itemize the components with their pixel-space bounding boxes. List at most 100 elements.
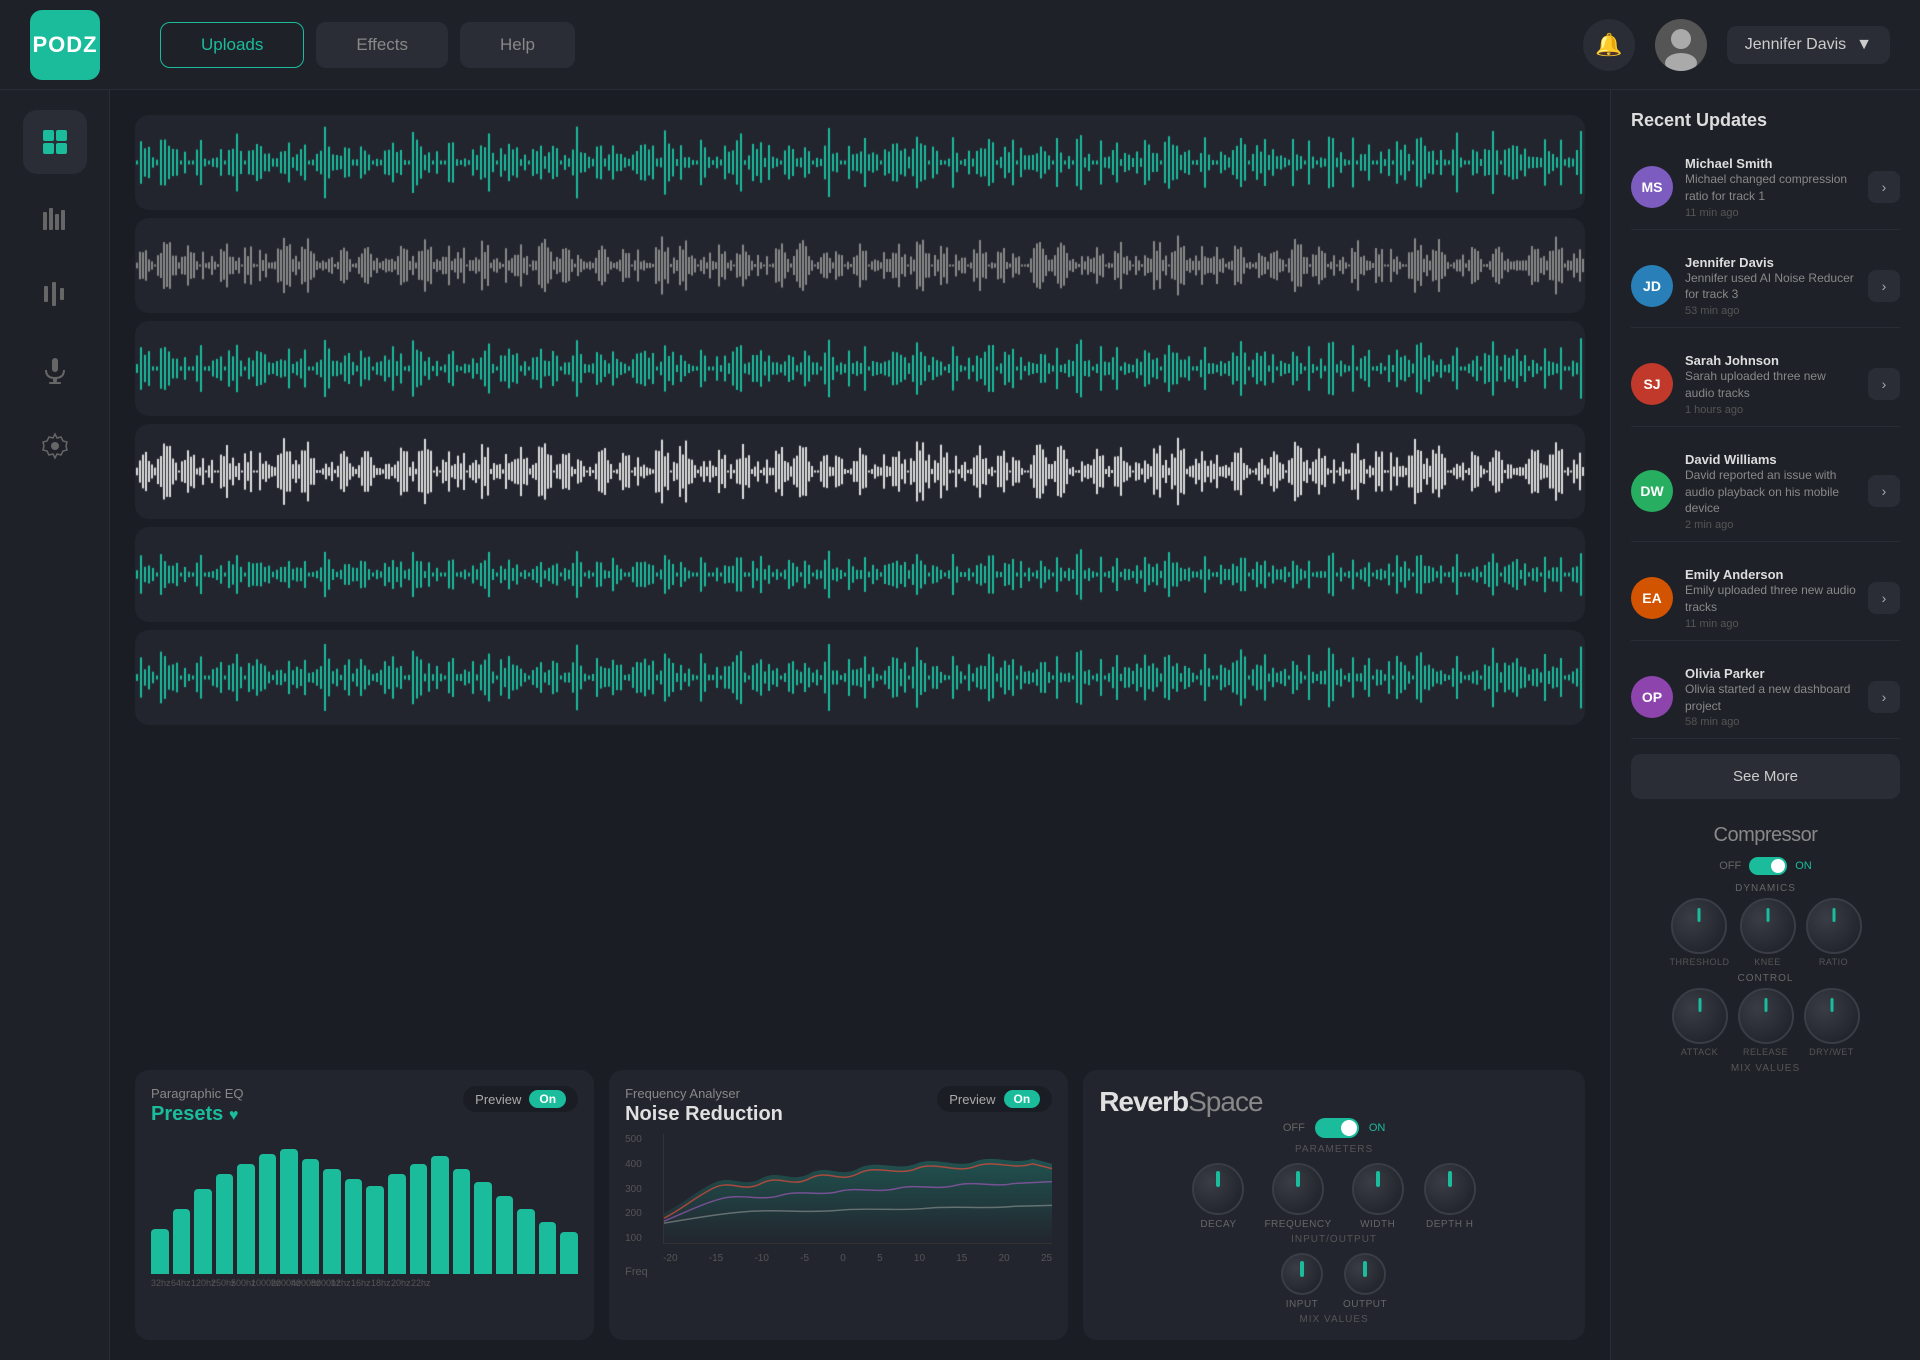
frequency-knob[interactable] (1272, 1163, 1324, 1215)
update-desc-5: Emily uploaded three new audio tracks (1685, 582, 1856, 616)
update-item-3[interactable]: SJ Sarah Johnson Sarah uploaded three ne… (1631, 343, 1900, 427)
tab-help[interactable]: Help (460, 22, 575, 68)
eq-bar-15[interactable] (474, 1182, 492, 1274)
decay-knob[interactable] (1192, 1163, 1244, 1215)
nav-tabs: Uploads Effects Help (160, 22, 1563, 68)
eq-bar-16[interactable] (496, 1196, 514, 1274)
eq-bar-7[interactable] (302, 1159, 320, 1274)
update-name-6: Olivia Parker (1685, 666, 1856, 681)
track-2[interactable] (135, 218, 1585, 313)
eq-bar-8[interactable] (323, 1169, 341, 1274)
freq-y-labels: 500 400 300 200 100 (625, 1134, 660, 1244)
update-item-2[interactable]: JD Jennifer Davis Jennifer used AI Noise… (1631, 245, 1900, 329)
main-layout: Preview On Paragraphic EQ Presets ♥ 32hz… (0, 90, 1920, 1360)
update-arrow-2[interactable]: › (1868, 270, 1900, 302)
reverb-title: ReverbSpace (1099, 1086, 1569, 1118)
sidebar-item-analytics[interactable] (23, 186, 87, 250)
update-item-1[interactable]: MS Michael Smith Michael changed compres… (1631, 146, 1900, 230)
eq-bar-1[interactable] (173, 1209, 191, 1274)
eq-bar-17[interactable] (517, 1209, 535, 1274)
eq-bar-12[interactable] (410, 1164, 428, 1274)
eq-bar-5[interactable] (259, 1154, 277, 1274)
input-knob-col: INPUT (1281, 1253, 1323, 1310)
update-desc-1: Michael changed compression ratio for tr… (1685, 171, 1856, 205)
dynamics-label: DYNAMICS (1631, 883, 1900, 894)
chevron-down-icon: ▼ (1856, 36, 1872, 54)
reverb-toggle-row[interactable]: OFF ON (1099, 1118, 1569, 1138)
input-label: INPUT (1286, 1299, 1319, 1310)
knee-knob[interactable] (1740, 898, 1796, 954)
waveform-5 (135, 527, 1585, 622)
sidebar-item-dashboard[interactable] (23, 110, 87, 174)
reverb-parameters-label: PARAMETERS (1099, 1144, 1569, 1155)
update-time-1: 11 min ago (1685, 207, 1856, 219)
eq-bar-2[interactable] (194, 1189, 212, 1274)
drywet-knob[interactable] (1804, 988, 1860, 1044)
sidebar-item-record[interactable] (23, 338, 87, 402)
track-1[interactable] (135, 115, 1585, 210)
update-name-2: Jennifer Davis (1685, 255, 1856, 270)
output-knob-col: OUTPUT (1343, 1253, 1387, 1310)
input-knob[interactable] (1281, 1253, 1323, 1295)
notifications-button[interactable]: 🔔 (1583, 19, 1635, 71)
compressor-toggle-row[interactable]: OFF ON (1631, 857, 1900, 875)
noise-preview-toggle[interactable]: Preview On (937, 1086, 1052, 1112)
sidebar-item-settings[interactable] (23, 414, 87, 478)
eq-bar-11[interactable] (388, 1174, 406, 1274)
compressor-toggle[interactable] (1749, 857, 1787, 875)
eq-bar-3[interactable] (216, 1174, 234, 1274)
update-arrow-3[interactable]: › (1868, 368, 1900, 400)
eq-bar-4[interactable] (237, 1164, 255, 1274)
user-dropdown[interactable]: Jennifer Davis ▼ (1727, 26, 1890, 64)
output-knob[interactable] (1344, 1253, 1386, 1295)
track-4[interactable] (135, 424, 1585, 519)
freq-chart: 500 400 300 200 100 (625, 1134, 1052, 1264)
track-6[interactable] (135, 630, 1585, 725)
eq-bar-13[interactable] (431, 1156, 449, 1274)
track-5[interactable] (135, 527, 1585, 622)
attack-knob[interactable] (1672, 988, 1728, 1044)
update-arrow-1[interactable]: › (1868, 171, 1900, 203)
tab-effects[interactable]: Effects (316, 22, 448, 68)
update-name-1: Michael Smith (1685, 156, 1856, 171)
update-desc-4: David reported an issue with audio playb… (1685, 467, 1856, 517)
see-more-button[interactable]: See More (1631, 754, 1900, 799)
eq-bar-9[interactable] (345, 1179, 363, 1274)
update-arrow-6[interactable]: › (1868, 681, 1900, 713)
update-item-5[interactable]: EA Emily Anderson Emily uploaded three n… (1631, 557, 1900, 641)
bottom-panels: Preview On Paragraphic EQ Presets ♥ 32hz… (135, 1070, 1585, 1340)
eq-preview-toggle[interactable]: Preview On (463, 1086, 578, 1112)
eq-heart-icon: ♥ (229, 1107, 239, 1124)
width-label: WIDTH (1360, 1219, 1395, 1230)
drywet-knob-col: DRY/WET (1804, 988, 1860, 1057)
eq-bar-19[interactable] (560, 1232, 578, 1274)
sidebar-item-player[interactable] (23, 262, 87, 326)
width-knob[interactable] (1352, 1163, 1404, 1215)
ratio-knob-col: RATIO (1806, 898, 1862, 967)
update-time-3: 1 hours ago (1685, 404, 1856, 416)
release-knob[interactable] (1738, 988, 1794, 1044)
depth-knob[interactable] (1424, 1163, 1476, 1215)
eq-labels: 32hz 64hz 120hz 250hz 500hz 1000hz 2000h… (151, 1278, 578, 1288)
eq-bar-10[interactable] (366, 1186, 384, 1274)
waveform-4 (135, 424, 1585, 519)
update-item-6[interactable]: OP Olivia Parker Olivia started a new da… (1631, 656, 1900, 740)
track-3[interactable] (135, 321, 1585, 416)
noise-panel: Preview On Frequency Analyser Noise Redu… (609, 1070, 1068, 1340)
tab-uploads[interactable]: Uploads (160, 22, 304, 68)
eq-bar-18[interactable] (539, 1222, 557, 1274)
update-arrow-5[interactable]: › (1868, 582, 1900, 614)
update-desc-6: Olivia started a new dashboard project (1685, 681, 1856, 715)
ratio-knob[interactable] (1806, 898, 1862, 954)
eq-bar-0[interactable] (151, 1229, 169, 1274)
eq-bar-14[interactable] (453, 1169, 471, 1274)
user-name: Jennifer Davis (1745, 36, 1846, 54)
update-item-4[interactable]: DW David Williams David reported an issu… (1631, 442, 1900, 542)
control-label: CONTROL (1631, 973, 1900, 984)
threshold-knob-col: THRESHOLD (1669, 898, 1729, 967)
threshold-knob[interactable] (1671, 898, 1727, 954)
update-arrow-4[interactable]: › (1868, 475, 1900, 507)
logo: PODZ (30, 10, 100, 80)
reverb-toggle[interactable] (1315, 1118, 1359, 1138)
eq-bar-6[interactable] (280, 1149, 298, 1274)
